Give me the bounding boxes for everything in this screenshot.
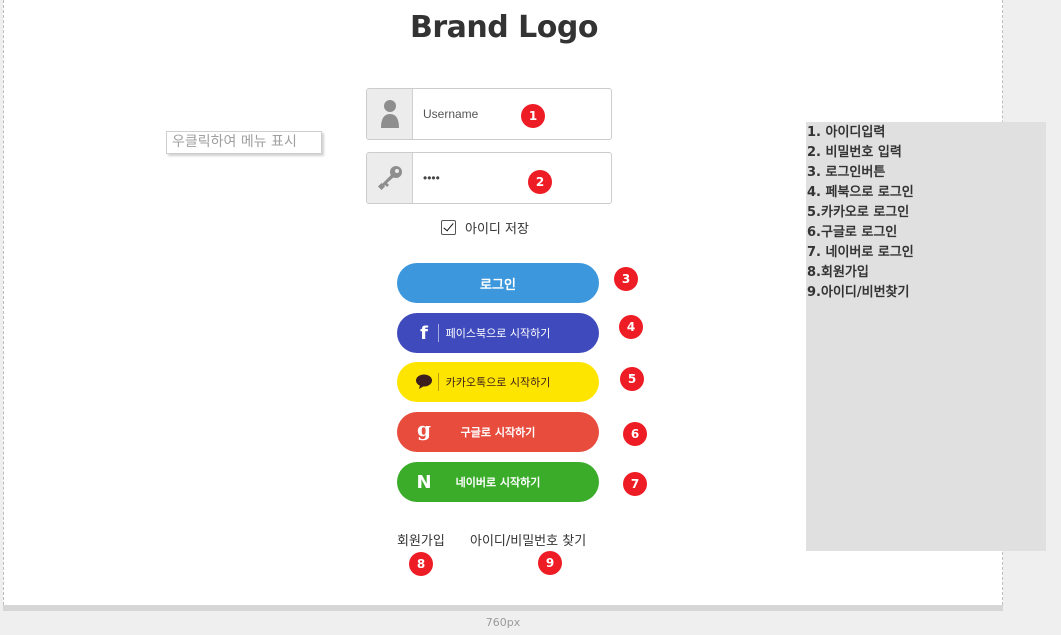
username-input[interactable]	[423, 103, 573, 125]
badge-4: 4	[619, 315, 643, 339]
divider	[438, 373, 439, 391]
naver-icon: N	[416, 471, 432, 493]
annotation-item: 5.카카오로 로그인	[807, 205, 910, 220]
badge-3: 3	[614, 267, 638, 291]
find-account-link[interactable]: 아이디/비밀번호 찾기	[470, 530, 586, 549]
google-login-button[interactable]: g 구글로 시작하기	[397, 412, 599, 452]
annotation-item: 6.구글로 로그인	[807, 225, 898, 240]
login-button[interactable]: 로그인	[397, 263, 599, 303]
google-button-label: 구글로 시작하기	[460, 426, 536, 439]
badge-5: 5	[620, 367, 644, 391]
password-field[interactable]	[366, 152, 612, 204]
annotation-item: 8.회원가입	[807, 265, 869, 280]
remember-id[interactable]: 아이디 저장	[441, 218, 529, 237]
kakao-login-button[interactable]: 카카오톡으로 시작하기	[397, 362, 599, 402]
divider	[438, 324, 439, 342]
annotation-item: 3. 로그인버튼	[807, 165, 886, 180]
canvas-bottom-edge	[3, 605, 1003, 611]
remember-label: 아이디 저장	[465, 222, 529, 237]
badge-8: 8	[409, 552, 433, 576]
key-icon	[367, 153, 413, 203]
kakao-button-label: 카카오톡으로 시작하기	[445, 376, 551, 389]
badge-9: 9	[538, 551, 562, 575]
facebook-button-label: 페이스북으로 시작하기	[445, 327, 551, 340]
badge-1: 1	[521, 104, 545, 128]
remember-checkbox[interactable]	[441, 220, 456, 235]
signup-link[interactable]: 회원가입	[397, 530, 445, 549]
annotation-item: 1. 아이디입력	[807, 125, 886, 140]
canvas-width-label: 760px	[485, 616, 521, 629]
annotation-item: 2. 비밀번호 입력	[807, 145, 902, 160]
annotation-item: 7. 네이버로 로그인	[807, 245, 914, 260]
speech-bubble-icon	[411, 362, 437, 402]
badge-7: 7	[623, 472, 647, 496]
annotation-list: 1. 아이디입력 2. 비밀번호 입력 3. 로그인버튼 4. 페북으로 로그인…	[807, 123, 1046, 303]
google-icon: g	[417, 417, 431, 441]
user-icon	[367, 89, 413, 139]
naver-button-label: 네이버로 시작하기	[455, 476, 541, 489]
login-button-label: 로그인	[480, 277, 516, 293]
brand-logo: Brand Logo	[410, 10, 599, 45]
username-field[interactable]	[366, 88, 612, 140]
naver-login-button[interactable]: N 네이버로 시작하기	[397, 462, 599, 502]
badge-6: 6	[623, 422, 647, 446]
annotation-item: 9.아이디/비번찾기	[807, 285, 910, 300]
facebook-icon: f	[420, 322, 428, 344]
badge-2: 2	[528, 170, 552, 194]
context-menu-hint: 우클릭하여 메뉴 표시	[166, 131, 322, 154]
annotation-panel: 1. 아이디입력 2. 비밀번호 입력 3. 로그인버튼 4. 페북으로 로그인…	[806, 122, 1046, 551]
facebook-login-button[interactable]: f 페이스북으로 시작하기	[397, 313, 599, 353]
annotation-item: 4. 페북으로 로그인	[807, 185, 914, 200]
